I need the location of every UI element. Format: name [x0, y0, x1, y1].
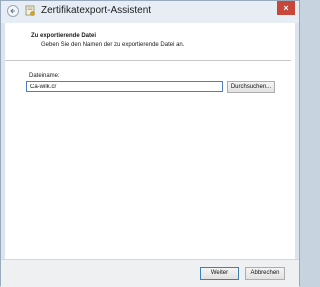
cancel-button[interactable]: Abbrechen — [245, 267, 285, 280]
close-icon: × — [283, 3, 289, 13]
page-title: Zu exportierende Datei — [31, 33, 97, 39]
window-title: Zertifikatexport-Assistent — [41, 5, 152, 16]
wizard-window: Zertifikatexport-Assistent × Zu exportie… — [0, 0, 300, 287]
back-button[interactable] — [7, 5, 19, 17]
filename-input[interactable] — [26, 81, 223, 92]
header-divider — [5, 60, 291, 61]
certificate-icon — [25, 5, 36, 17]
title-bar: Zertifikatexport-Assistent × — [1, 1, 299, 23]
browse-button[interactable]: Durchsuchen... — [227, 81, 275, 93]
close-button[interactable]: × — [277, 1, 295, 15]
filename-label: Dateiname: — [29, 73, 60, 79]
next-button[interactable]: Weiter — [200, 267, 239, 280]
page-subtitle: Geben Sie den Namen der zu exportierende… — [41, 42, 185, 48]
wizard-content — [5, 23, 295, 259]
